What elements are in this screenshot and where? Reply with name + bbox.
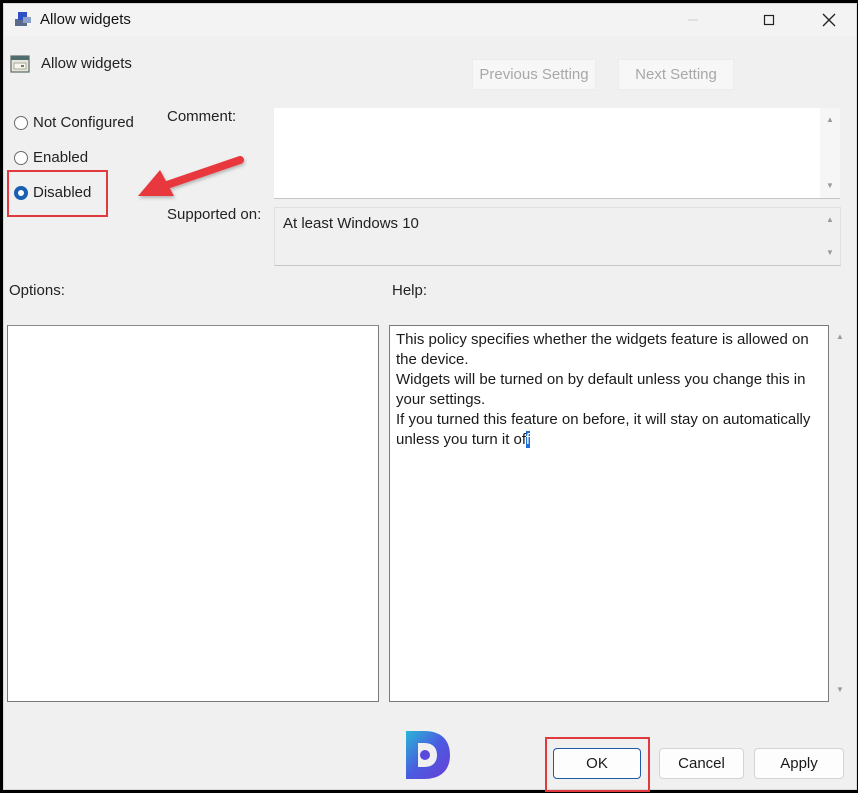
policy-dialog-window: Allow widgets Allow widgets Previous Set…: [3, 3, 857, 792]
help-line: Widgets will be turned on by default unl…: [396, 371, 806, 408]
options-panel: [7, 325, 379, 702]
next-setting-button[interactable]: Next Setting: [618, 59, 734, 90]
ok-button[interactable]: OK: [553, 748, 641, 779]
help-label: Help:: [392, 282, 428, 299]
minimize-icon: [688, 19, 698, 21]
text-selection: f: [525, 431, 530, 448]
help-panel[interactable]: This policy specifies whether the widget…: [389, 325, 829, 702]
help-line: If you turned this feature on before, it…: [396, 410, 822, 450]
supported-on-field: At least Windows 10: [274, 207, 822, 266]
cancel-button[interactable]: Cancel: [659, 748, 744, 779]
comment-textarea[interactable]: [274, 108, 820, 199]
radio-button-not-configured[interactable]: [14, 115, 28, 130]
title-bar: Allow widgets: [4, 4, 856, 36]
help-line-text: If you turned this feature on before, it…: [396, 411, 811, 448]
options-label: Options:: [9, 282, 65, 299]
scroll-up-icon[interactable]: ▲: [826, 116, 834, 124]
scroll-down-icon[interactable]: ▼: [826, 249, 834, 257]
help-line: This policy specifies whether the widget…: [396, 331, 809, 368]
group-policy-icon: [15, 12, 31, 26]
scroll-up-icon[interactable]: ▲: [836, 333, 844, 341]
close-icon: [822, 13, 836, 27]
supported-on-label: Supported on:: [167, 206, 262, 223]
comment-scrollbar[interactable]: ▲ ▼: [820, 108, 840, 199]
maximize-button[interactable]: [746, 4, 792, 36]
scroll-down-icon[interactable]: ▼: [836, 686, 844, 694]
supported-on-value: At least Windows 10: [283, 215, 419, 232]
supported-on-scrollbar[interactable]: ▲ ▼: [820, 207, 841, 266]
previous-setting-button[interactable]: Previous Setting: [472, 59, 596, 90]
apply-button[interactable]: Apply: [754, 748, 844, 779]
comment-label: Comment:: [167, 108, 237, 125]
scroll-down-icon[interactable]: ▼: [826, 182, 834, 190]
disabled-highlight-box: [7, 170, 108, 217]
scroll-up-icon[interactable]: ▲: [826, 216, 834, 224]
maximize-icon: [763, 14, 775, 26]
radio-enabled[interactable]: Enabled: [14, 149, 88, 166]
help-text: This policy specifies whether the widget…: [396, 330, 822, 450]
close-button[interactable]: [806, 4, 852, 36]
help-scrollbar[interactable]: ▲ ▼: [830, 325, 848, 702]
annotation-arrow-icon: [138, 156, 244, 196]
radio-button-enabled[interactable]: [14, 150, 28, 165]
radio-not-configured[interactable]: Not Configured: [14, 114, 134, 131]
radio-label-enabled: Enabled: [33, 149, 89, 166]
window-title: Allow widgets: [40, 11, 131, 28]
radio-label-not-configured: Not Configured: [33, 114, 134, 131]
policy-setting-icon: [10, 55, 30, 73]
watermark-logo-icon: [406, 731, 450, 779]
policy-name: Allow widgets: [41, 55, 132, 72]
minimize-button[interactable]: [670, 4, 716, 36]
